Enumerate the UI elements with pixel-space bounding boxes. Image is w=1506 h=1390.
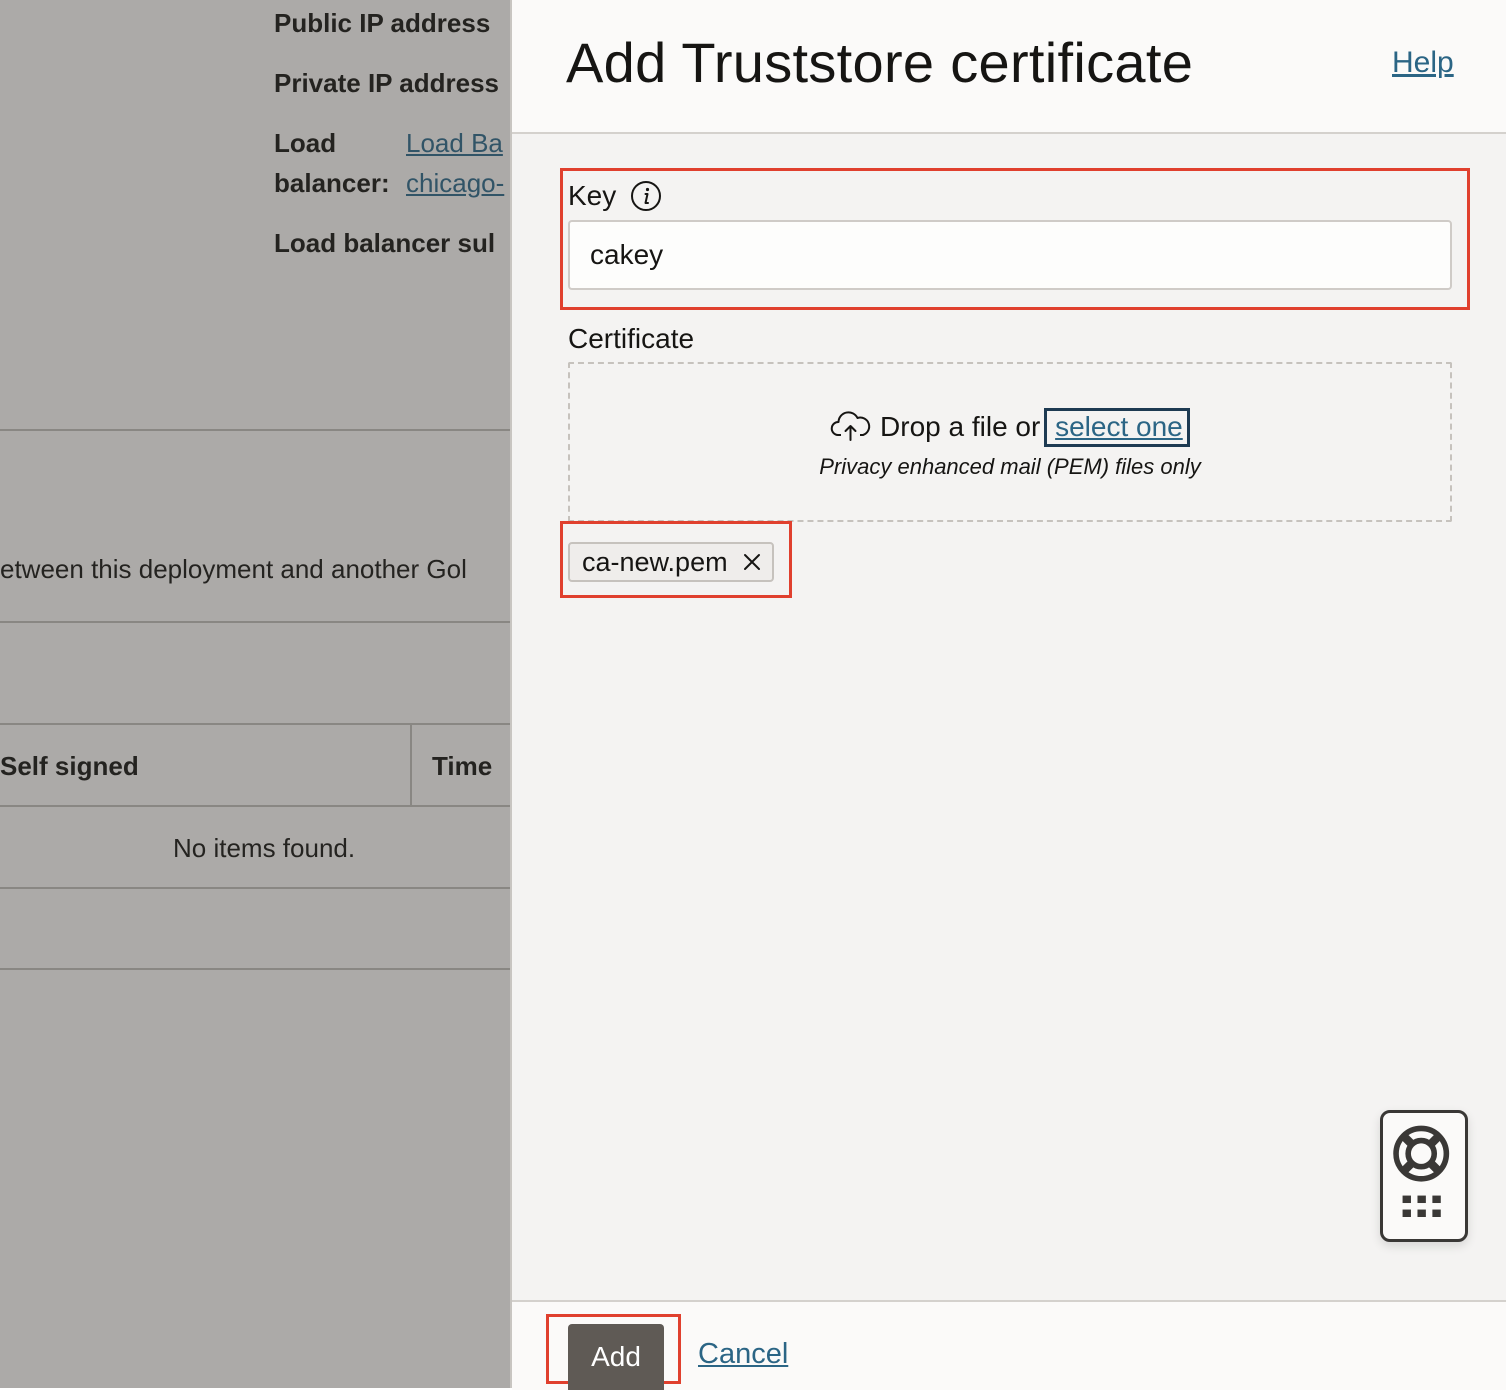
table-row-border [0,887,510,889]
load-balancer-name-link[interactable]: chicago- [406,168,504,199]
table-header-time[interactable]: Time [432,751,492,782]
table-empty-message: No items found. [173,833,356,863]
private-ip-label: Private IP address [274,68,499,98]
add-button[interactable]: Add [568,1324,664,1390]
section-description: etween this deployment and another Gol [0,554,467,584]
load-balancer-label-line2: balancer: [274,168,390,198]
selected-file-chip: ca-new.pem [568,542,774,582]
dropzone-prompt: Drop a file or select one [570,408,1450,447]
cloud-upload-icon [831,411,871,441]
add-truststore-drawer: Add Truststore certificate Help Key Cert… [510,0,1506,1390]
drop-text: Drop a file or [880,411,1041,442]
lb-subnet-label: Load balancer sul [274,228,496,258]
info-icon[interactable] [630,180,662,212]
section-divider [0,621,510,623]
table-header-border [0,805,510,807]
column-divider [410,723,412,807]
background-page: Public IP address Private IP address Loa… [0,0,510,1388]
select-file-link[interactable]: select one [1044,408,1190,447]
remove-file-icon[interactable] [742,552,762,572]
table-top-border [0,723,510,725]
cancel-link[interactable]: Cancel [698,1338,788,1371]
table-bottom-border [0,968,510,970]
drawer-header: Add Truststore certificate Help [512,0,1506,134]
help-widget[interactable] [1380,1110,1468,1242]
public-ip-label: Public IP address [274,8,491,38]
certificate-dropzone[interactable]: Drop a file or select one Privacy enhanc… [568,362,1452,522]
selected-file-name: ca-new.pem [582,546,728,577]
table-header-self-signed[interactable]: Self signed [0,751,139,782]
drawer-footer: Add Cancel [512,1300,1506,1390]
certificate-label: Certificate [568,323,695,354]
key-label: Key [568,180,617,211]
load-balancer-link[interactable]: Load Ba [406,128,503,159]
file-type-hint: Privacy enhanced mail (PEM) files only [819,454,1201,479]
lifebuoy-icon [1393,1125,1450,1217]
key-input[interactable] [568,220,1452,290]
section-divider [0,429,510,431]
drawer-title: Add Truststore certificate [566,31,1194,94]
help-link[interactable]: Help [1392,46,1454,80]
load-balancer-label-line1: Load [274,128,337,158]
